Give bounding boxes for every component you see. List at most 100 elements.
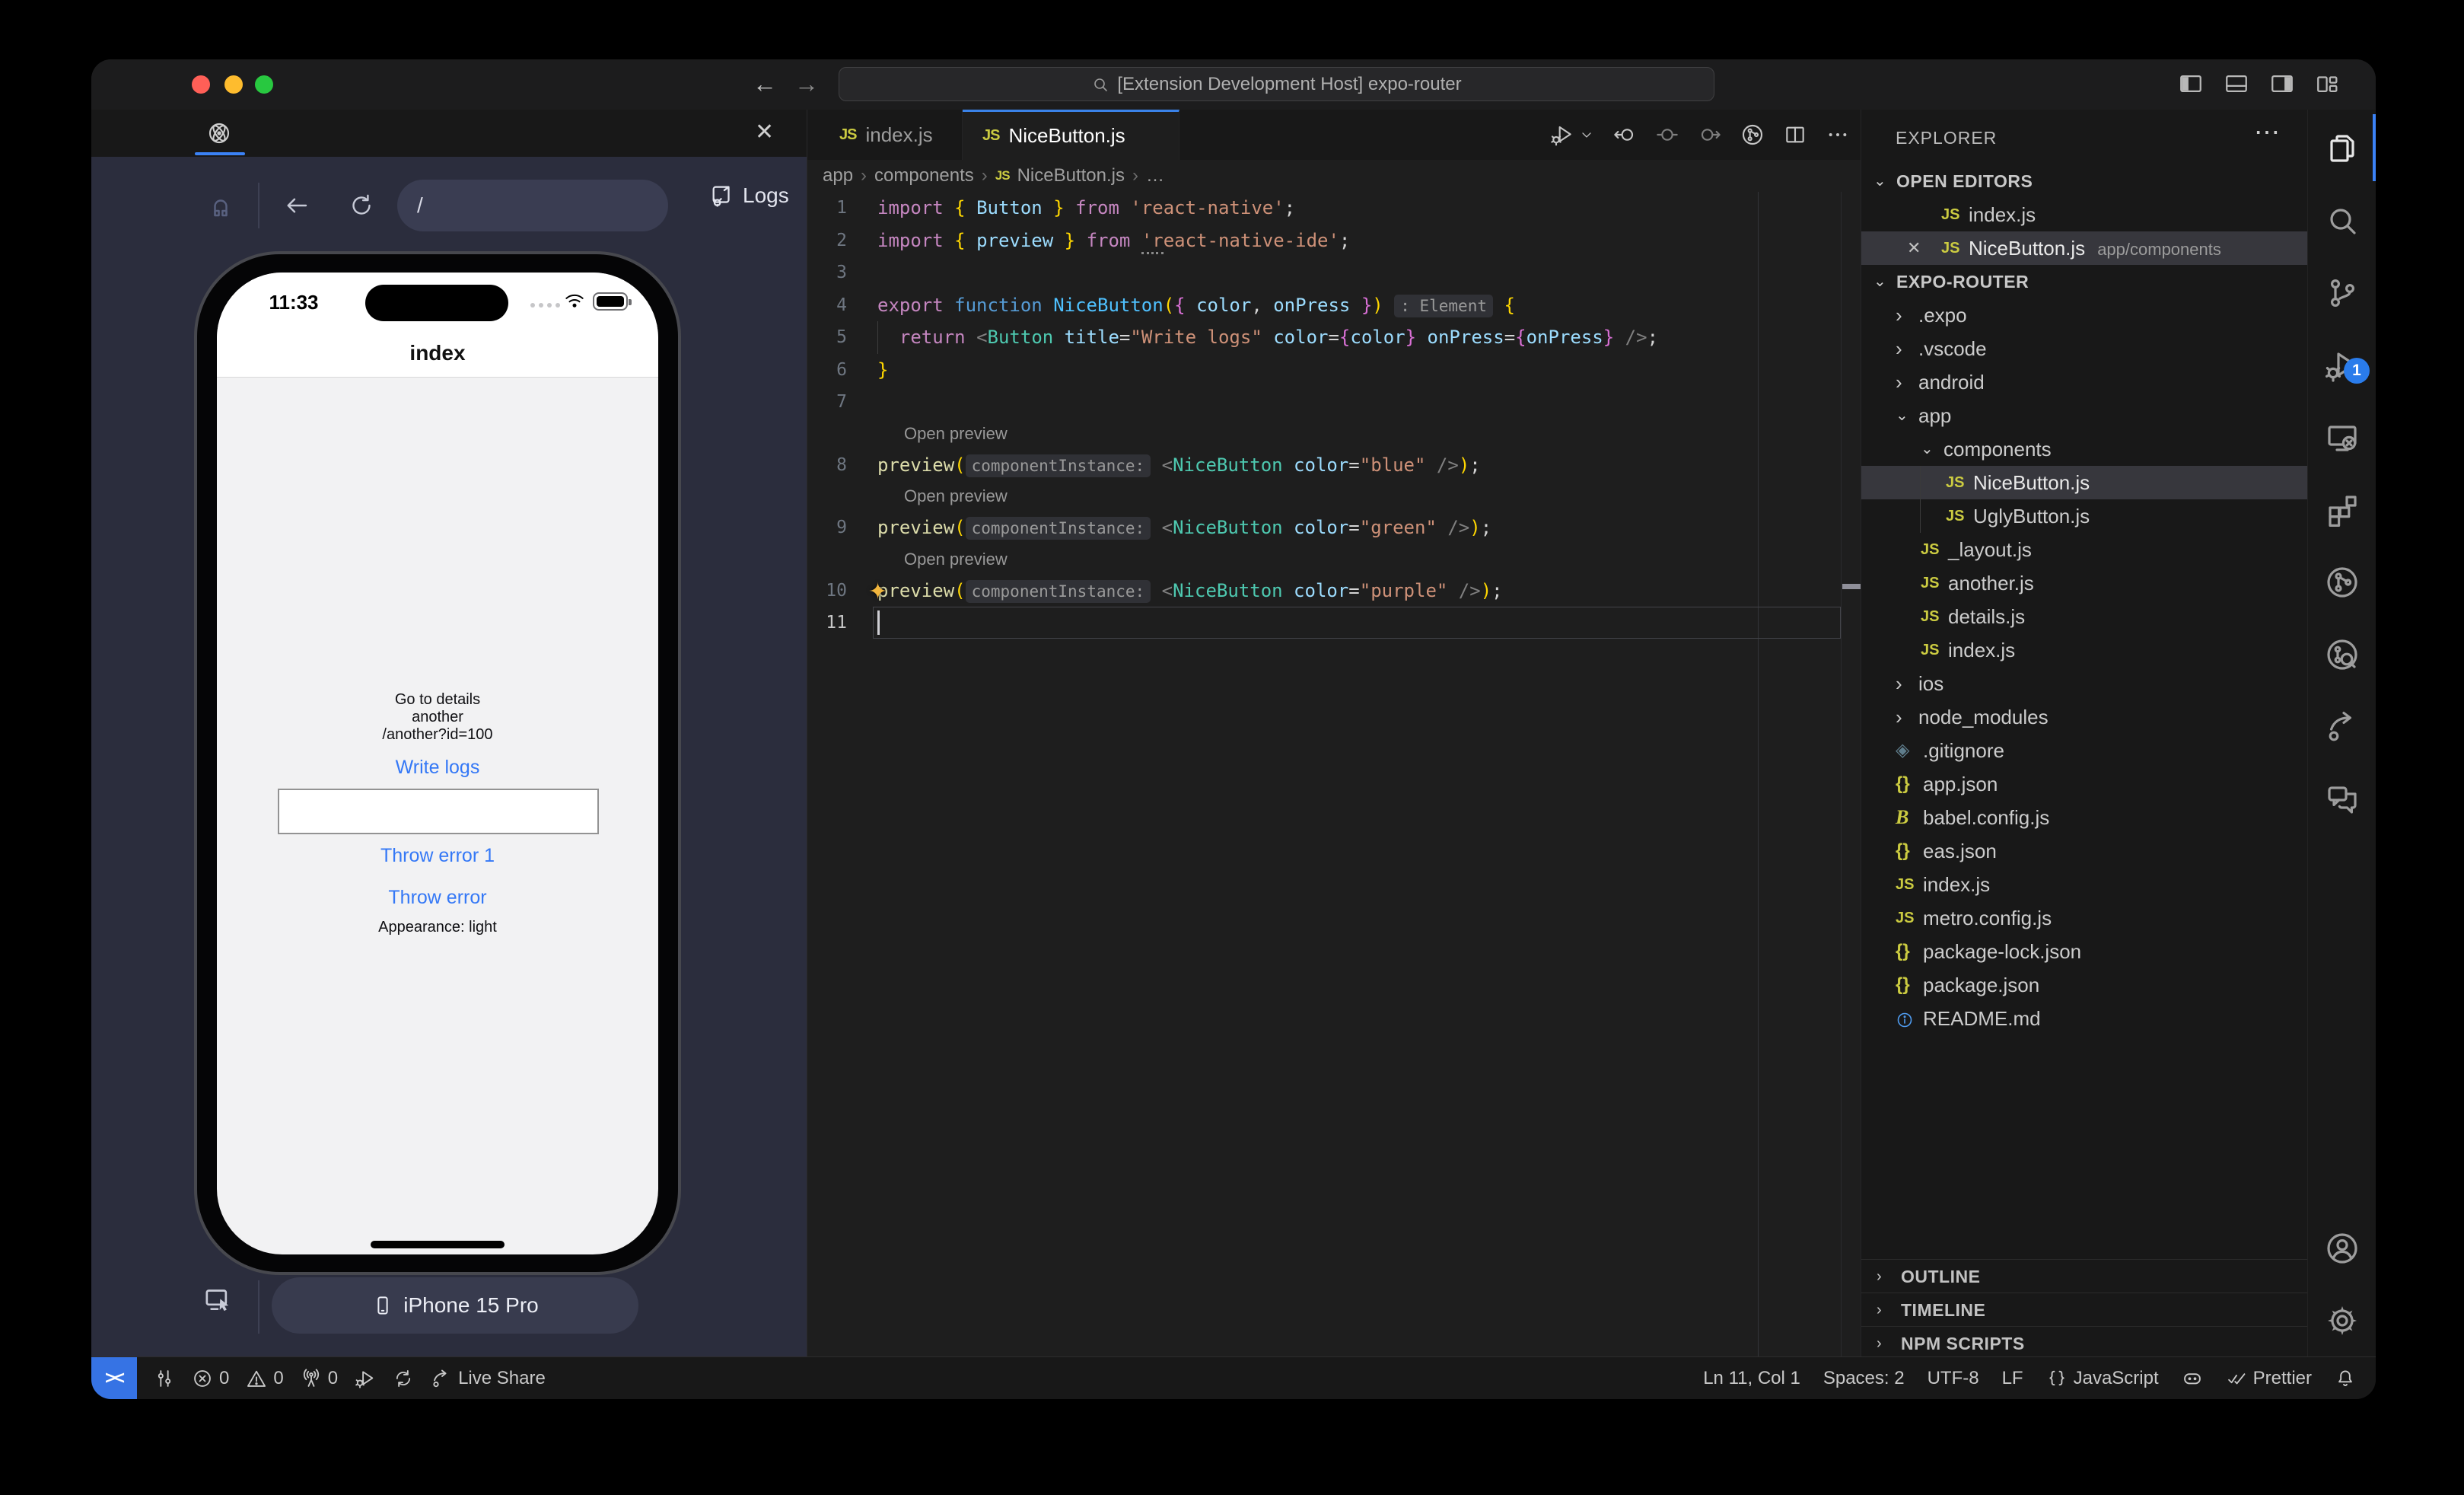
go-to-details-link[interactable]: Go to details bbox=[217, 691, 658, 709]
toggle-secondary-sidebar-icon[interactable] bbox=[2269, 71, 2295, 97]
tree-item-package-json[interactable]: {}package.json bbox=[1861, 968, 2307, 1002]
nav-back-circle-icon[interactable] bbox=[1612, 123, 1637, 147]
explorer-more-icon[interactable]: ⋯ bbox=[2254, 117, 2280, 148]
tree-item--gitignore[interactable]: ◈.gitignore bbox=[1861, 734, 2307, 767]
code-line[interactable]: 10✦preview(componentInstance: <NiceButto… bbox=[807, 575, 1861, 607]
code-line[interactable]: 3 bbox=[807, 257, 1861, 289]
toggle-primary-sidebar-icon[interactable] bbox=[2178, 71, 2204, 97]
throw-error-1-button[interactable]: Throw error 1 bbox=[217, 845, 658, 867]
tree-item-app-json[interactable]: {}app.json bbox=[1861, 767, 2307, 801]
open-editor-index-js[interactable]: JSindex.js bbox=[1861, 198, 2307, 231]
codelens-open-preview[interactable]: Open preview bbox=[807, 481, 1861, 512]
activity-devices-icon[interactable] bbox=[2324, 419, 2361, 456]
activity-live-share-icon[interactable] bbox=[2324, 709, 2361, 745]
section-open-editors[interactable]: ⌄OPEN EDITORS bbox=[1861, 164, 2307, 198]
chevron-down-icon[interactable] bbox=[1579, 127, 1594, 142]
device-select-button[interactable]: iPhone 15 Pro bbox=[272, 1277, 638, 1334]
nav-forward-circle-icon[interactable] bbox=[1698, 123, 1722, 147]
codelens-open-preview[interactable]: Open preview bbox=[807, 419, 1861, 449]
tab-index-js[interactable]: JS index.js bbox=[820, 110, 963, 160]
zoom-traffic-light[interactable] bbox=[255, 75, 273, 94]
activity-settings-icon[interactable] bbox=[2324, 1302, 2361, 1339]
tree-item-app[interactable]: ⌄app bbox=[1861, 399, 2307, 432]
status-eol[interactable]: LF bbox=[2002, 1368, 2023, 1389]
tree-item-index-js[interactable]: JSindex.js bbox=[1861, 868, 2307, 901]
code-line[interactable]: 2import { preview } from 'react-native-i… bbox=[807, 225, 1861, 257]
code-line[interactable]: 5 return <Button title="Write logs" colo… bbox=[807, 321, 1861, 354]
status-sync-status[interactable] bbox=[393, 1368, 414, 1389]
status-cursor-position[interactable]: Ln 11, Col 1 bbox=[1703, 1368, 1800, 1389]
tree-item-another-js[interactable]: JSanother.js bbox=[1861, 566, 2307, 600]
tree-item-node-modules[interactable]: ›node_modules bbox=[1861, 700, 2307, 734]
section-outline[interactable]: ›OUTLINE bbox=[1861, 1259, 2307, 1293]
close-panel-icon[interactable]: ✕ bbox=[755, 119, 774, 145]
run-debug-icon[interactable] bbox=[1550, 123, 1574, 147]
breadcrumb-item[interactable]: components bbox=[874, 165, 974, 186]
breadcrumb-item[interactable]: NiceButton.js bbox=[1017, 165, 1125, 186]
open-editor-nicebutton-js[interactable]: ✕JSNiceButton.jsapp/components bbox=[1861, 231, 2307, 265]
throw-error-button[interactable]: Throw error bbox=[217, 887, 658, 909]
breadcrumb-item[interactable]: app bbox=[823, 165, 853, 186]
activity-explorer-icon[interactable] bbox=[2324, 130, 2361, 167]
code-editor[interactable]: 1import { Button } from 'react-native';2… bbox=[807, 192, 1861, 1356]
route-links[interactable]: Go to details another /another?id=100 bbox=[217, 691, 658, 744]
another-id-link[interactable]: /another?id=100 bbox=[217, 726, 658, 744]
tree-item-index-js[interactable]: JSindex.js bbox=[1861, 633, 2307, 667]
minimize-traffic-light[interactable] bbox=[224, 75, 243, 94]
status-live-share-status[interactable]: Live Share bbox=[431, 1368, 546, 1389]
activity-source-control-icon[interactable] bbox=[2324, 275, 2361, 311]
code-line[interactable]: 11 bbox=[807, 607, 1861, 639]
code-line[interactable]: 1import { Button } from 'react-native'; bbox=[807, 192, 1861, 225]
activity-search-icon[interactable] bbox=[2324, 202, 2361, 239]
activity-accounts-icon[interactable] bbox=[2324, 1230, 2361, 1267]
breadcrumb-item[interactable]: … bbox=[1146, 165, 1164, 186]
tree-item-components[interactable]: ⌄components bbox=[1861, 432, 2307, 466]
section-timeline[interactable]: ›TIMELINE bbox=[1861, 1293, 2307, 1326]
code-line[interactable]: 7 bbox=[807, 386, 1861, 419]
tree-item-babel-config-js[interactable]: Bbabel.config.js bbox=[1861, 801, 2307, 834]
tree-item--vscode[interactable]: ›.vscode bbox=[1861, 332, 2307, 365]
screen-mirror-icon[interactable] bbox=[202, 1285, 233, 1315]
history-forward-button[interactable]: → bbox=[792, 70, 821, 99]
activity-extensions-icon[interactable] bbox=[2324, 492, 2361, 528]
split-editor-icon[interactable] bbox=[1783, 123, 1807, 147]
status-notifications[interactable] bbox=[2335, 1368, 2356, 1389]
status-encoding[interactable]: UTF-8 bbox=[1928, 1368, 1979, 1389]
activity-comments-icon[interactable] bbox=[2324, 781, 2361, 818]
breadcrumb[interactable]: app›components›JSNiceButton.js›… bbox=[807, 160, 1861, 192]
activity-run-and-debug-icon[interactable]: 1 bbox=[2324, 347, 2361, 384]
section-expo-router[interactable]: ⌄EXPO-ROUTER bbox=[1861, 265, 2307, 298]
radon-ide-logo-icon[interactable] bbox=[207, 121, 231, 145]
status-radon-tools[interactable] bbox=[154, 1368, 175, 1389]
more-actions-icon[interactable] bbox=[1826, 123, 1850, 147]
history-back-button[interactable]: ← bbox=[750, 70, 779, 99]
codelens-open-preview[interactable]: Open preview bbox=[807, 544, 1861, 575]
quickfix-sparkle-icon[interactable]: ✦ bbox=[868, 576, 887, 609]
activity-branch-inspect-icon[interactable] bbox=[2324, 636, 2361, 673]
tree-item-details-js[interactable]: JSdetails.js bbox=[1861, 600, 2307, 633]
code-line[interactable]: 6} bbox=[807, 354, 1861, 387]
tree-item-android[interactable]: ›android bbox=[1861, 365, 2307, 399]
code-line[interactable]: 9preview(componentInstance: <NiceButton … bbox=[807, 512, 1861, 544]
close-traffic-light[interactable] bbox=[192, 75, 210, 94]
status-copilot-status[interactable] bbox=[2182, 1368, 2203, 1389]
status-ports[interactable]: 0 bbox=[301, 1368, 338, 1389]
tree-item-ios[interactable]: ›ios bbox=[1861, 667, 2307, 700]
status-formatter-status[interactable]: Prettier bbox=[2226, 1368, 2312, 1389]
logs-button[interactable]: Logs bbox=[709, 183, 789, 209]
status-indentation[interactable]: Spaces: 2 bbox=[1823, 1368, 1905, 1389]
tree-item--expo[interactable]: ›.expo bbox=[1861, 298, 2307, 332]
nav-current-circle-icon[interactable] bbox=[1655, 123, 1679, 147]
status-errors[interactable]: 0 bbox=[192, 1368, 229, 1389]
toggle-panel-icon[interactable] bbox=[2224, 71, 2249, 97]
customize-layout-icon[interactable] bbox=[2315, 71, 2341, 97]
url-bar[interactable]: / bbox=[397, 180, 668, 231]
command-center-search[interactable]: [Extension Development Host] expo-router bbox=[839, 67, 1714, 101]
activity-commit-graph-icon[interactable] bbox=[2324, 564, 2361, 601]
tree-item-package-lock-json[interactable]: {}package-lock.json bbox=[1861, 935, 2307, 968]
remote-indicator[interactable]: >< bbox=[91, 1357, 137, 1400]
code-line[interactable]: 4export function NiceButton({ color, onP… bbox=[807, 289, 1861, 322]
status-language-mode[interactable]: JavaScript bbox=[2046, 1368, 2159, 1389]
tab-nicebutton-js[interactable]: JS NiceButton.js bbox=[963, 110, 1179, 160]
tree-item-eas-json[interactable]: {}eas.json bbox=[1861, 834, 2307, 868]
